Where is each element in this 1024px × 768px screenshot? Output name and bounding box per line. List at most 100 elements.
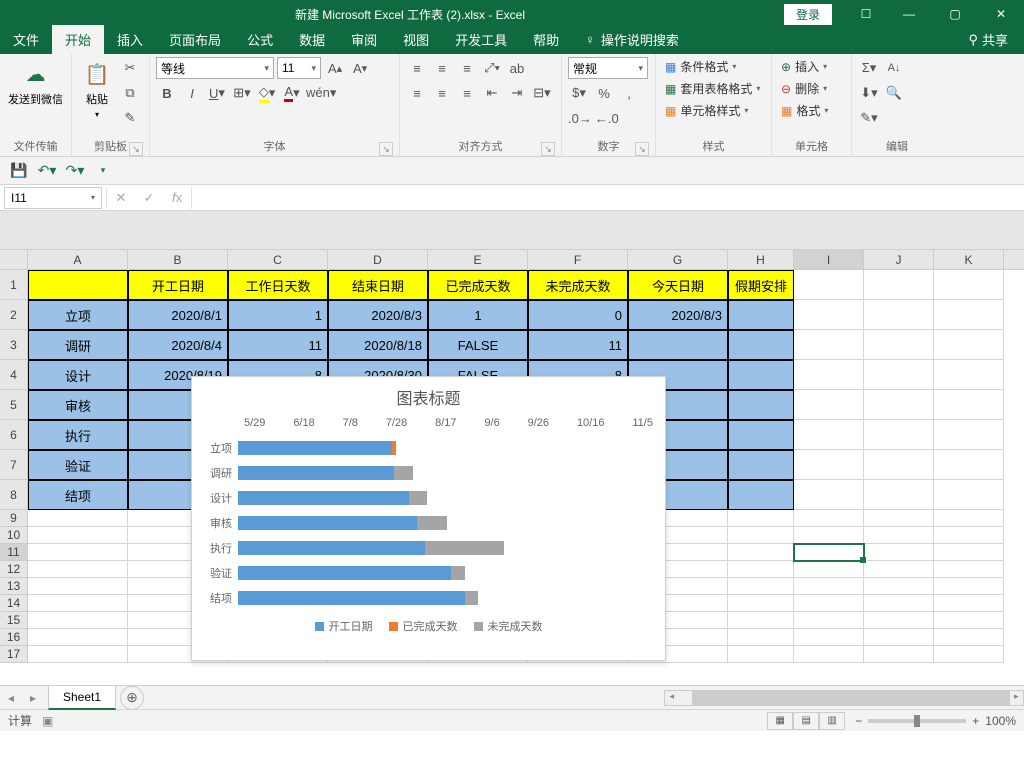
page-layout-view-button[interactable]: ▤ [793,712,819,730]
cell-C1[interactable]: 工作日天数 [228,270,328,300]
cell-F1[interactable]: 未完成天数 [528,270,628,300]
increase-decimal-button[interactable]: .0→ [568,107,592,129]
col-header-K[interactable]: K [934,250,1004,269]
cell-I14[interactable] [794,595,864,612]
chart-bar-segment[interactable] [238,491,409,505]
cell-K17[interactable] [934,646,1004,663]
cell-F2[interactable]: 0 [528,300,628,330]
cell-J1[interactable] [864,270,934,300]
chart-bar-segment[interactable] [392,441,396,455]
chart-bar-segment[interactable] [451,566,465,580]
cell-J7[interactable] [864,450,934,480]
conditional-format-button[interactable]: ▦条件格式▾ [662,57,739,76]
increase-indent-button[interactable]: ⇥ [506,82,528,104]
cell-I10[interactable] [794,527,864,544]
chart-bar-row[interactable]: 结项 [204,585,653,610]
chart-bar-segment[interactable] [238,566,451,580]
align-right-button[interactable]: ≡ [456,82,478,104]
col-header-H[interactable]: H [728,250,794,269]
row-header-10[interactable]: 10 [0,527,27,544]
cell-K14[interactable] [934,595,1004,612]
cell-H11[interactable] [728,544,794,561]
send-wechat-button[interactable]: ☁ 发送到微信 [1,57,71,110]
col-header-C[interactable]: C [228,250,328,269]
cell-J5[interactable] [864,390,934,420]
cell-B3[interactable]: 2020/8/4 [128,330,228,360]
align-center-button[interactable]: ≡ [431,82,453,104]
chart-bar-segment[interactable] [394,466,414,480]
cell-H1[interactable]: 假期安排 [728,270,794,300]
cell-A15[interactable] [28,612,128,629]
tab-insert[interactable]: 插入 [104,25,156,54]
fx-button[interactable]: fx [163,187,191,209]
tab-file[interactable]: 文件 [0,25,52,54]
format-cells-button[interactable]: ▦格式▾ [778,101,831,120]
chart-bar-row[interactable]: 立项 [204,435,653,460]
select-all-corner[interactable] [0,250,28,269]
cell-I2[interactable] [794,300,864,330]
cell-H9[interactable] [728,510,794,527]
cell-C3[interactable]: 11 [228,330,328,360]
cell-K10[interactable] [934,527,1004,544]
maximize-button[interactable]: ▢ [932,0,978,28]
row-header-17[interactable]: 17 [0,646,27,663]
cell-A7[interactable]: 验证 [28,450,128,480]
cell-K4[interactable] [934,360,1004,390]
sort-filter-button[interactable]: A↓ [883,57,905,79]
name-box[interactable]: I11▾ [4,187,102,209]
cell-J8[interactable] [864,480,934,510]
cell-E2[interactable]: 1 [428,300,528,330]
chart-bar-segment[interactable] [409,491,427,505]
tab-view[interactable]: 视图 [390,25,442,54]
cell-H5[interactable] [728,390,794,420]
cell-H13[interactable] [728,578,794,595]
italic-button[interactable]: I [181,82,203,104]
autosum-button[interactable]: Σ▾ [858,57,880,79]
insert-cells-button[interactable]: ⊕插入▾ [778,57,830,76]
cell-I4[interactable] [794,360,864,390]
number-format-combo[interactable]: 常规▾ [568,57,648,79]
col-header-B[interactable]: B [128,250,228,269]
cell-K9[interactable] [934,510,1004,527]
tab-help[interactable]: 帮助 [520,25,572,54]
chart-bar-segment[interactable] [238,466,394,480]
row-header-4[interactable]: 4 [0,360,27,390]
row-header-15[interactable]: 15 [0,612,27,629]
copy-button[interactable]: ⧉ [119,82,141,104]
cell-K12[interactable] [934,561,1004,578]
find-select-button[interactable]: 🔍 [883,82,905,104]
cell-I7[interactable] [794,450,864,480]
table-format-button[interactable]: ▦套用表格格式▾ [662,79,763,98]
row-header-7[interactable]: 7 [0,450,27,480]
cell-I1[interactable] [794,270,864,300]
col-header-D[interactable]: D [328,250,428,269]
cell-J9[interactable] [864,510,934,527]
percent-button[interactable]: % [593,82,615,104]
row-header-11[interactable]: 11 [0,544,27,561]
cell-A3[interactable]: 调研 [28,330,128,360]
tab-developer[interactable]: 开发工具 [442,25,520,54]
cell-I3[interactable] [794,330,864,360]
cell-D1[interactable]: 结束日期 [328,270,428,300]
qat-customize-button[interactable]: ▾ [92,160,114,182]
cell-H6[interactable] [728,420,794,450]
phonetic-button[interactable]: wén▾ [306,82,336,104]
cell-A8[interactable]: 结项 [28,480,128,510]
redo-button[interactable]: ↷▾ [64,160,86,182]
col-header-A[interactable]: A [28,250,128,269]
cell-I16[interactable] [794,629,864,646]
cell-A17[interactable] [28,646,128,663]
worksheet-grid[interactable]: A B C D E F G H I J K 1 2 3 4 5 6 7 8 9 … [0,250,1024,685]
cell-H15[interactable] [728,612,794,629]
cell-K8[interactable] [934,480,1004,510]
sheet-tab-1[interactable]: Sheet1 [48,685,116,710]
cell-H17[interactable] [728,646,794,663]
align-left-button[interactable]: ≡ [406,82,428,104]
fill-button[interactable]: ⬇▾ [858,82,880,104]
border-button[interactable]: ⊞▾ [231,82,253,104]
decrease-decimal-button[interactable]: ←.0 [595,107,619,129]
decrease-indent-button[interactable]: ⇤ [481,82,503,104]
enter-formula-button[interactable]: ✓ [135,187,163,209]
cell-G3[interactable] [628,330,728,360]
chart-bar-row[interactable]: 审核 [204,510,653,535]
